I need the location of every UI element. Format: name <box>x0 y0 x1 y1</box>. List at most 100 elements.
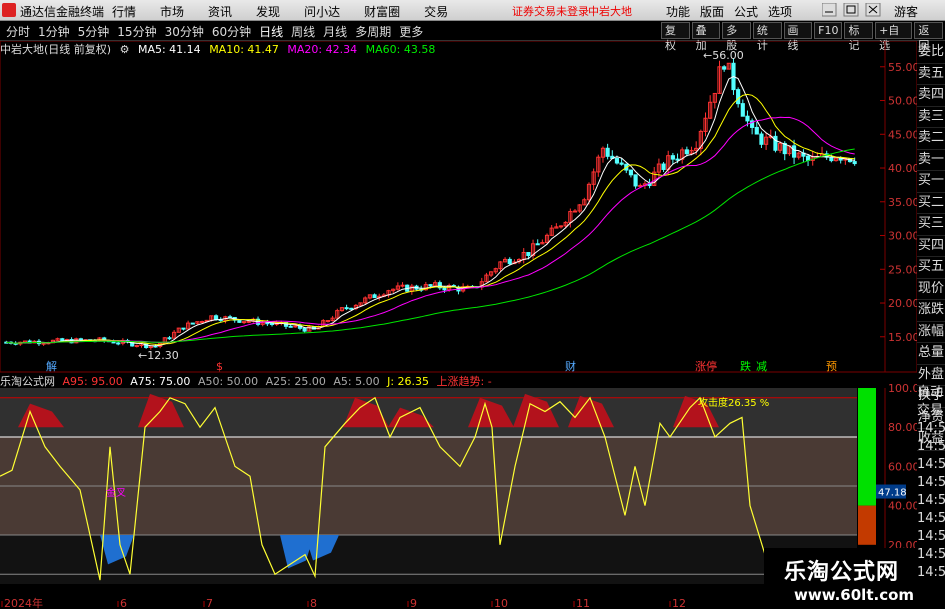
date-label: 10 <box>494 597 508 609</box>
candle-body <box>507 258 512 265</box>
candle-body <box>241 321 247 324</box>
candle-body <box>214 315 219 320</box>
candle-body <box>633 174 638 187</box>
menu-xuanxiang[interactable]: 选项 <box>768 3 792 20</box>
menu-gongneng[interactable]: 功能 <box>666 3 690 20</box>
f10-button[interactable]: F10 <box>814 22 843 39</box>
candle-body <box>628 169 634 176</box>
tab-fenshi[interactable]: 分时 <box>6 23 30 40</box>
gauge-value: 47.18 <box>878 488 907 499</box>
minimize-icon[interactable] <box>822 3 837 17</box>
candle-body <box>167 337 172 340</box>
side-buy1[interactable]: 买一 <box>917 171 945 193</box>
overlay-button[interactable]: 叠加 <box>691 22 721 52</box>
draw-line-button[interactable]: 画线 <box>783 22 813 52</box>
candle-body <box>293 325 298 328</box>
ma20-value: MA20: 42.34 <box>287 43 358 56</box>
ma5-value: MA5: 41.14 <box>137 43 201 56</box>
maximize-icon[interactable] <box>843 3 859 17</box>
ma60-value: MA60: 43.58 <box>365 43 436 56</box>
side-sell5[interactable]: 卖五 <box>917 64 945 85</box>
side-buy4[interactable]: 买四 <box>917 236 945 257</box>
a5-value: A5: 5.00 <box>333 375 380 388</box>
kline-chart[interactable]: 55.00 50.00 45.00 40.00 35.00 30.00 25.00 20.00… <box>0 41 917 609</box>
indicator-tick-label: 60.00 <box>888 460 917 473</box>
candle-body <box>614 157 620 164</box>
settings-icon[interactable]: ⚙ <box>120 43 130 56</box>
tab-multi-period[interactable]: 多周期 <box>355 23 391 40</box>
side-buy5[interactable]: 买五 <box>917 257 945 279</box>
side-sell2[interactable]: 卖二 <box>917 128 945 150</box>
guest-button[interactable]: 游客 <box>894 3 918 20</box>
indicator-tick-label: 40.00 <box>888 500 917 513</box>
menu-hangqing[interactable]: 行情 <box>112 3 136 20</box>
candle-body <box>181 327 186 330</box>
indicator-tick-label: 80.00 <box>888 421 917 434</box>
side-change[interactable]: 涨跌 <box>917 300 945 322</box>
time-9: 14:56 <box>917 565 945 580</box>
multi-stock-button[interactable]: 多股 <box>722 22 751 52</box>
auto-label[interactable]: 自动 <box>917 384 945 402</box>
price-tick-label: 35.00 <box>888 196 917 209</box>
tab-1min[interactable]: 1分钟 <box>38 23 70 40</box>
tab-more[interactable]: 更多 <box>399 23 423 40</box>
time-3: 14:56 <box>917 457 945 472</box>
event-marker: 减 <box>756 360 767 373</box>
candle-body <box>325 320 331 323</box>
a75-value: A75: 75.00 <box>130 375 191 388</box>
tab-15min[interactable]: 15分钟 <box>117 23 156 40</box>
add-watchlist-button[interactable]: +自选 <box>875 22 913 52</box>
ma10-line <box>6 93 855 345</box>
date-label: 11 <box>576 597 590 609</box>
tab-weekly[interactable]: 周线 <box>291 23 315 40</box>
side-sell1[interactable]: 卖一 <box>917 150 945 171</box>
price-header: 中岩大地(日线 前复权) ⚙ MA5: 41.14 MA10: 41.47 MA… <box>0 41 440 57</box>
candle-body <box>190 322 195 325</box>
time-6: 14:56 <box>917 511 945 526</box>
mark-button[interactable]: 标记 <box>844 22 874 52</box>
side-sell4[interactable]: 卖四 <box>917 85 945 107</box>
date-label: 2024年 <box>4 596 43 609</box>
tab-monthly[interactable]: 月线 <box>323 23 347 40</box>
tab-30min[interactable]: 30分钟 <box>165 23 204 40</box>
side-volume[interactable]: 总量 <box>917 343 945 365</box>
price-tick-label: 30.00 <box>888 230 917 243</box>
window-controls <box>822 3 881 17</box>
a95-value: A95: 95.00 <box>62 375 123 388</box>
ma20-line <box>6 116 855 344</box>
candle-body <box>745 115 750 122</box>
menu-shichang[interactable]: 市场 <box>160 3 184 20</box>
tab-5min[interactable]: 5分钟 <box>78 23 110 40</box>
time-7: 14:56 <box>917 529 945 544</box>
side-weibi[interactable]: 委比 <box>917 42 945 64</box>
menu-zixun[interactable]: 资讯 <box>208 3 232 20</box>
menu-jiaoyi[interactable]: 交易 <box>424 3 448 20</box>
side-sell3[interactable]: 卖三 <box>917 107 945 128</box>
candle-body <box>246 320 251 323</box>
candle-body <box>558 225 564 228</box>
side-buy3[interactable]: 买三 <box>917 214 945 236</box>
trade-label[interactable]: 交易 <box>917 402 945 420</box>
side-price[interactable]: 现价 <box>917 279 945 300</box>
candle-body <box>442 287 447 291</box>
fuquan-button[interactable]: 复权 <box>661 22 690 52</box>
candle-body <box>722 66 727 70</box>
tab-60min[interactable]: 60分钟 <box>212 23 251 40</box>
stats-button[interactable]: 统计 <box>752 22 782 52</box>
login-status[interactable]: 证券交易未登录 <box>512 3 589 19</box>
back-button[interactable]: 返回 <box>914 22 943 52</box>
tab-daily[interactable]: 日线 <box>259 23 283 40</box>
menu-wenxiaoda[interactable]: 问小达 <box>304 3 340 20</box>
side-buy2[interactable]: 买二 <box>917 193 945 214</box>
menu-faxian[interactable]: 发现 <box>256 3 280 20</box>
menu-banmian[interactable]: 版面 <box>700 3 724 20</box>
menu-gongshi[interactable]: 公式 <box>734 3 758 20</box>
price-tick-label: 15.00 <box>888 331 917 344</box>
menu-caifuquan[interactable]: 财富圈 <box>364 3 400 20</box>
side-change-pct[interactable]: 涨幅 <box>917 322 945 343</box>
candlesticks <box>4 57 857 350</box>
ma10-value: MA10: 41.47 <box>209 43 279 56</box>
menu-bar: 通达信金融终端 行情 市场 资讯 发现 问小达 财富圈 交易 证券交易未登录 中… <box>0 0 945 21</box>
candle-body <box>302 327 307 332</box>
side-outer[interactable]: 外盘 <box>917 365 945 386</box>
